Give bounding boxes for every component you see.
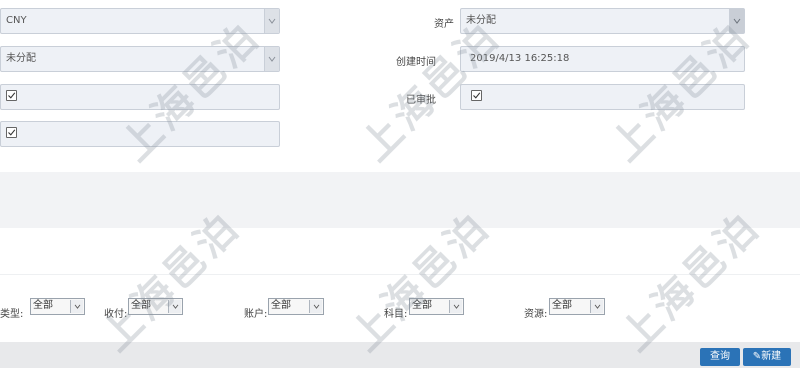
type-filter-label: 类型: — [0, 309, 24, 320]
status-select[interactable]: 未分配 — [0, 46, 280, 72]
chevron-down-icon[interactable] — [449, 300, 462, 313]
asset-select[interactable]: 未分配 — [460, 8, 745, 34]
chevron-down-icon[interactable] — [729, 9, 744, 33]
created-time-field: 2019/4/13 16:25:18 — [460, 46, 745, 72]
approved-checkbox-field[interactable] — [460, 84, 745, 110]
chevron-down-icon[interactable] — [309, 300, 322, 313]
checkbox-checked-icon[interactable] — [471, 90, 482, 101]
asset-value: 未分配 — [466, 15, 496, 26]
approved-label: 已审批 — [406, 95, 436, 106]
payment-filter-label: 收付: — [104, 309, 128, 320]
account-filter-select[interactable]: 全部 — [268, 298, 324, 315]
checkbox-field-left-1[interactable] — [0, 84, 280, 110]
chevron-down-icon[interactable] — [590, 300, 603, 313]
type-filter-value: 全部 — [33, 300, 53, 311]
account-filter-value: 全部 — [271, 300, 291, 311]
query-button-label: 查询 — [710, 351, 730, 362]
subject-filter-select[interactable]: 全部 — [409, 298, 464, 315]
bottom-toolbar — [0, 342, 800, 368]
resource-filter-select[interactable]: 全部 — [549, 298, 605, 315]
created-time-label: 创建时间 — [396, 57, 436, 68]
query-button[interactable]: 查询 — [700, 348, 740, 366]
status-value: 未分配 — [6, 53, 36, 64]
chevron-down-icon[interactable] — [264, 47, 279, 71]
divider-line — [0, 274, 800, 275]
account-filter-label: 账户: — [244, 309, 268, 320]
chevron-down-icon[interactable] — [264, 9, 279, 33]
section-divider-band — [0, 172, 800, 228]
subject-filter-label: 科目: — [384, 309, 408, 320]
subject-filter-value: 全部 — [412, 300, 432, 311]
checkbox-checked-icon[interactable] — [6, 127, 17, 138]
new-button-label: 新建 — [761, 351, 782, 362]
payment-filter-select[interactable]: 全部 — [128, 298, 183, 315]
currency-value: CNY — [6, 15, 27, 26]
new-button[interactable]: ✎新建 — [743, 348, 791, 366]
resource-filter-label: 资源: — [524, 309, 548, 320]
created-time-value: 2019/4/13 16:25:18 — [470, 53, 570, 64]
currency-select[interactable]: CNY — [0, 8, 280, 34]
type-filter-select[interactable]: 全部 — [30, 298, 85, 315]
chevron-down-icon[interactable] — [70, 300, 83, 313]
checkbox-field-left-2[interactable] — [0, 121, 280, 147]
checkbox-checked-icon[interactable] — [6, 90, 17, 101]
pencil-icon: ✎ — [752, 351, 762, 362]
asset-label: 资产 — [434, 19, 454, 30]
chevron-down-icon[interactable] — [168, 300, 181, 313]
resource-filter-value: 全部 — [552, 300, 572, 311]
payment-filter-value: 全部 — [131, 300, 151, 311]
